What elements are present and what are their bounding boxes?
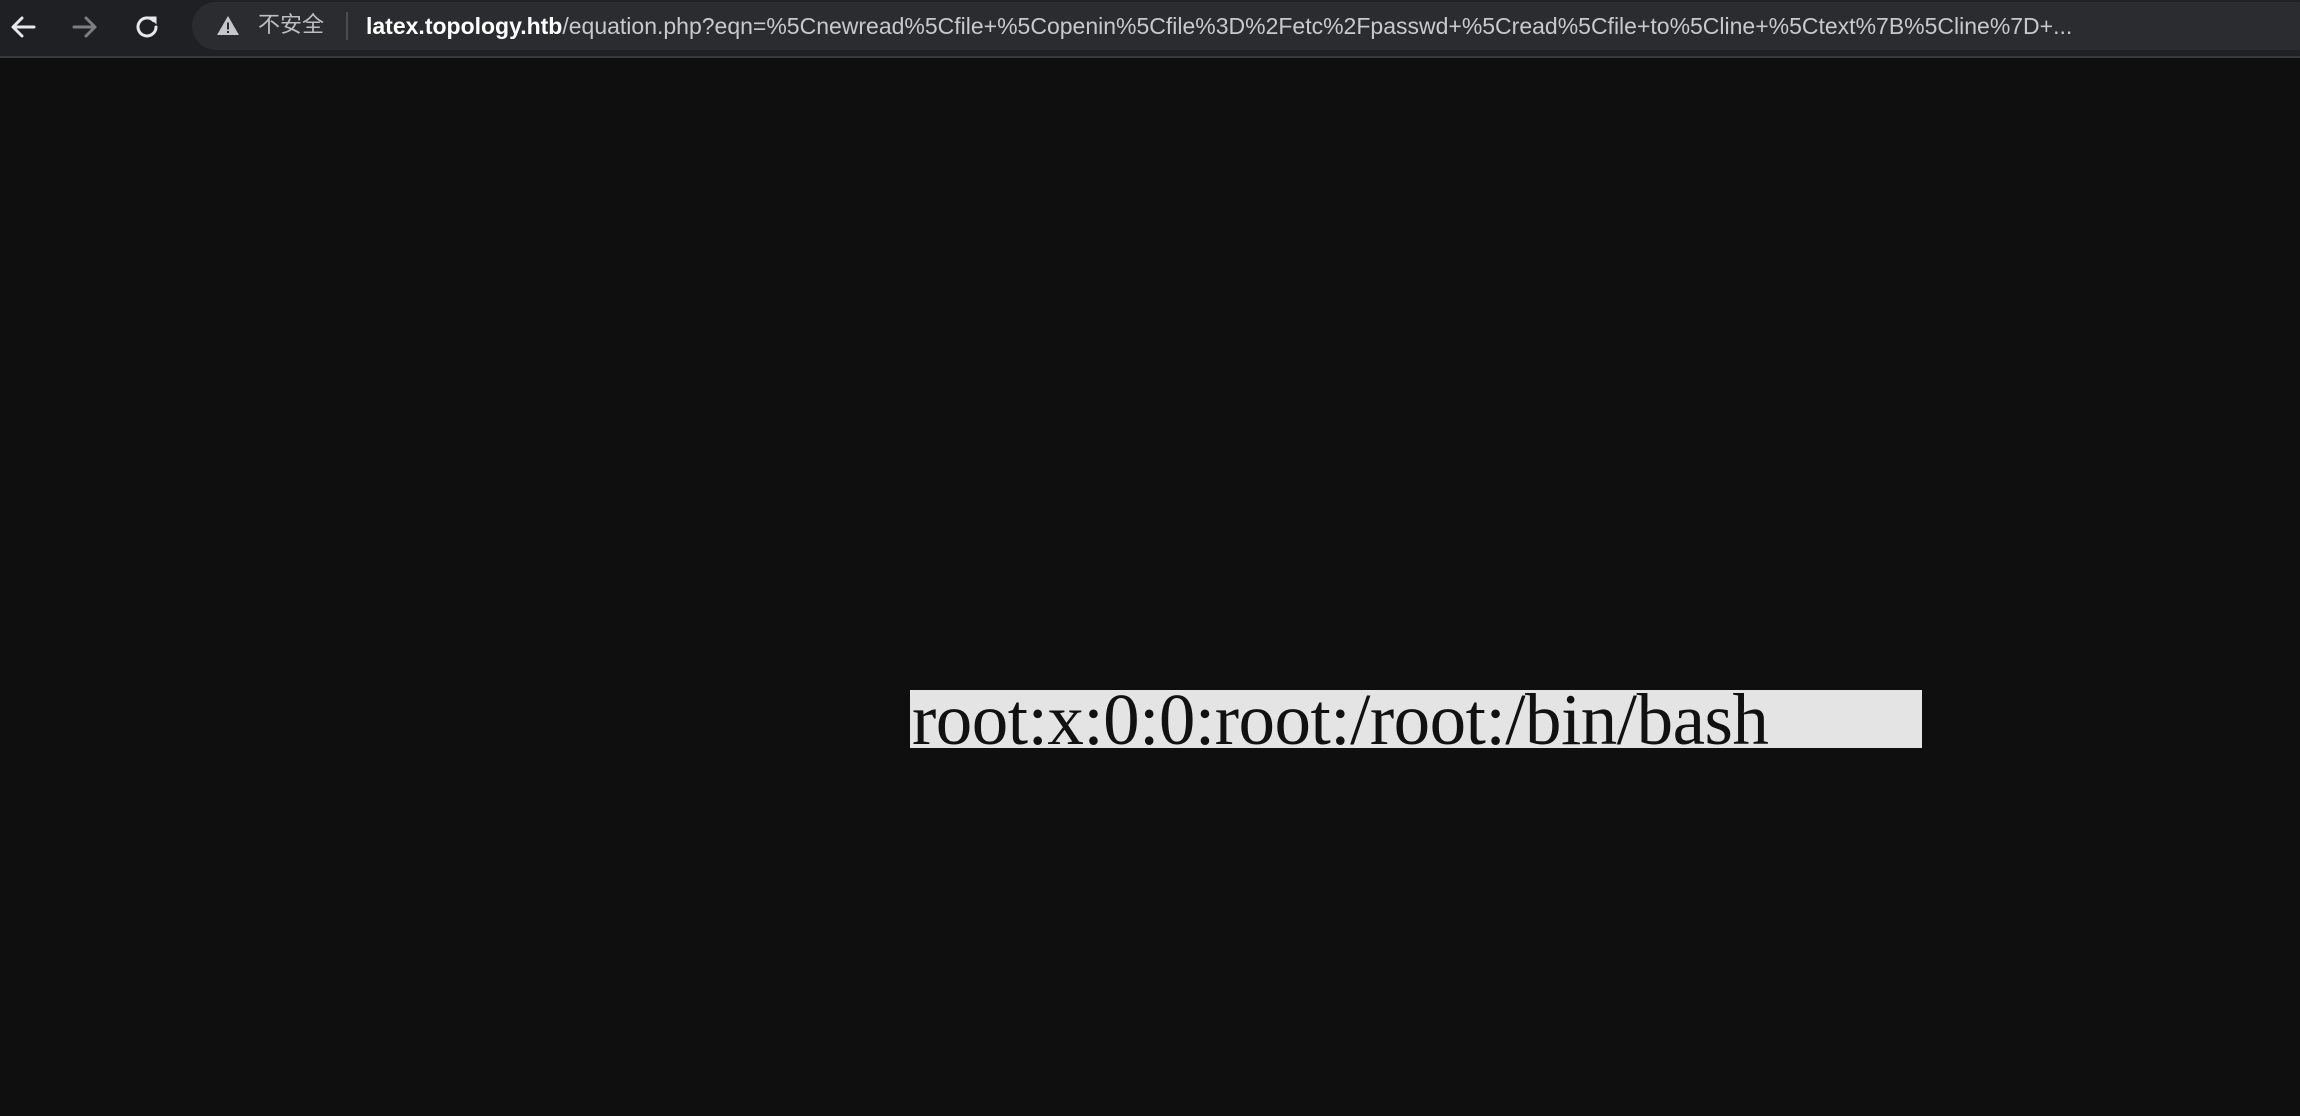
security-status-label[interactable]: 不安全: [258, 2, 324, 50]
reload-icon: [136, 16, 158, 38]
address-divider: [346, 12, 348, 40]
browser-toolbar: 不安全 latex.topology.htb/equation.php?eqn=…: [0, 0, 2300, 58]
url-host: latex.topology.htb: [366, 13, 563, 39]
reload-button[interactable]: [124, 4, 170, 50]
arrow-right-icon: [72, 16, 97, 38]
warning-triangle-icon[interactable]: [216, 14, 240, 38]
url-text[interactable]: latex.topology.htb/equation.php?eqn=%5Cn…: [366, 2, 2300, 50]
page-content: [0, 58, 2300, 1116]
equation-text: root:x:0:0:root:/root:/bin/bash: [912, 690, 1769, 748]
forward-button[interactable]: [62, 4, 108, 50]
rendered-equation-image: root:x:0:0:root:/root:/bin/bash: [910, 690, 1922, 748]
url-path: /equation.php?eqn=%5Cnewread%5Cfile+%5Co…: [562, 13, 2073, 39]
address-bar[interactable]: 不安全 latex.topology.htb/equation.php?eqn=…: [192, 2, 2300, 50]
back-button[interactable]: [0, 4, 46, 50]
arrow-left-icon: [11, 16, 36, 38]
